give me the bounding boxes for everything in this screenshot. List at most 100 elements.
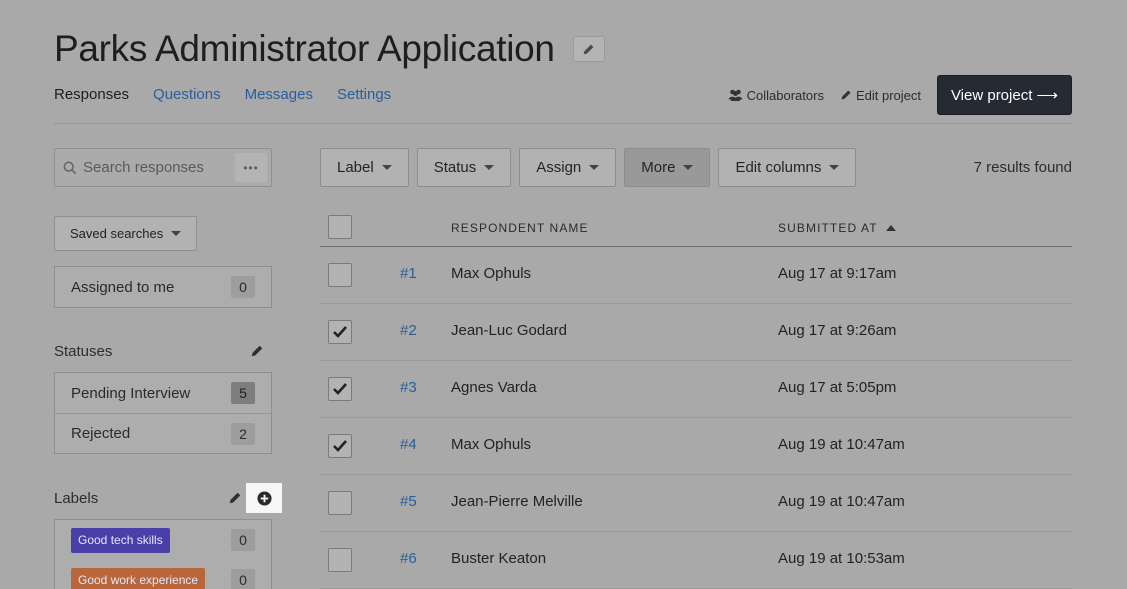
response-id-link[interactable]: #6 bbox=[400, 550, 417, 567]
respondent-name: Agnes Varda bbox=[451, 379, 537, 396]
saved-searches-label: Saved searches bbox=[70, 226, 164, 241]
response-id-link[interactable]: #4 bbox=[400, 436, 417, 453]
status-label: Rejected bbox=[71, 425, 131, 442]
row-checkbox[interactable] bbox=[328, 434, 352, 458]
respondent-name: Max Ophuls bbox=[451, 436, 532, 453]
caret-down-icon bbox=[829, 165, 840, 170]
submitted-at: Aug 17 at 5:05pm bbox=[778, 379, 897, 396]
project-tabs: Responses Questions Messages Settings bbox=[54, 86, 415, 103]
submitted-at: Aug 17 at 9:17am bbox=[778, 265, 897, 282]
label-item-good-work-experience[interactable]: Good work experience 0 bbox=[55, 560, 271, 589]
label-count: 0 bbox=[231, 569, 255, 589]
status-label: Pending Interview bbox=[71, 384, 191, 402]
responses-table: RESPONDENT NAME SUBMITTED AT #1 Max Ophul… bbox=[320, 205, 1072, 589]
label-chip: Good tech skills bbox=[71, 527, 170, 553]
search-icon bbox=[63, 161, 77, 174]
caret-down-icon bbox=[171, 231, 182, 236]
labels-heading: Labels bbox=[54, 490, 99, 507]
tab-questions[interactable]: Questions bbox=[153, 86, 221, 103]
submitted-at: Aug 19 at 10:47am bbox=[778, 436, 905, 453]
page-title: Parks Administrator Application bbox=[54, 28, 555, 69]
respondent-name: Buster Keaton bbox=[451, 550, 547, 567]
edit-project-link[interactable]: Edit project bbox=[840, 88, 921, 103]
results-count: 7 results found bbox=[973, 159, 1072, 176]
search-input[interactable] bbox=[83, 159, 233, 176]
edit-project-label: Edit project bbox=[855, 87, 921, 103]
assign-button-text: Assign bbox=[536, 159, 582, 176]
response-id-link[interactable]: #5 bbox=[400, 493, 417, 510]
header-divider bbox=[54, 123, 1072, 124]
add-label-button[interactable] bbox=[246, 483, 282, 513]
checkmark-icon bbox=[333, 440, 347, 452]
caret-down-icon bbox=[589, 165, 600, 170]
response-id-link[interactable]: #1 bbox=[400, 265, 417, 282]
sort-ascending-icon bbox=[885, 225, 896, 231]
row-checkbox[interactable] bbox=[328, 377, 352, 401]
view-project-button[interactable]: View project ⟶ bbox=[937, 75, 1072, 115]
title-row: Parks Administrator Application bbox=[54, 26, 605, 72]
label-dropdown-button[interactable]: Label bbox=[320, 148, 409, 187]
label-button-text: Label bbox=[337, 159, 374, 176]
labels-list: Good tech skills 0 Good work experience … bbox=[54, 519, 272, 589]
tab-messages[interactable]: Messages bbox=[245, 86, 313, 103]
assigned-filter-box: Assigned to me 0 bbox=[54, 266, 272, 308]
status-count: 5 bbox=[231, 382, 255, 404]
statuses-actions bbox=[250, 344, 264, 358]
search-options-button[interactable]: ••• bbox=[235, 153, 267, 182]
table-row[interactable]: #2 Jean-Luc Godard Aug 17 at 9:26am bbox=[320, 304, 1072, 361]
response-id-link[interactable]: #2 bbox=[400, 322, 417, 339]
column-header-submitted-at[interactable]: SUBMITTED AT bbox=[778, 221, 896, 235]
bulk-actions-toolbar: Label Status Assign More Edit columns bbox=[320, 148, 864, 187]
saved-searches-button[interactable]: Saved searches bbox=[54, 216, 197, 251]
row-checkbox[interactable] bbox=[328, 548, 352, 572]
table-row[interactable]: #4 Max Ophuls Aug 19 at 10:47am bbox=[320, 418, 1072, 475]
assigned-to-me-label: Assigned to me bbox=[71, 278, 175, 296]
table-row[interactable]: #5 Jean-Pierre Melville Aug 19 at 10:47am bbox=[320, 475, 1072, 532]
statuses-list: Pending Interview 5 Rejected 2 bbox=[54, 372, 272, 454]
header-actions: Collaborators Edit project View project … bbox=[728, 75, 1072, 115]
edit-columns-button[interactable]: Edit columns bbox=[718, 148, 857, 187]
users-icon bbox=[728, 89, 742, 101]
column-header-respondent-name[interactable]: RESPONDENT NAME bbox=[451, 221, 589, 235]
table-body: #1 Max Ophuls Aug 17 at 9:17am #2 Jean-Luc G… bbox=[320, 247, 1072, 589]
row-checkbox[interactable] bbox=[328, 320, 352, 344]
submitted-at-label: SUBMITTED AT bbox=[778, 221, 878, 235]
response-id-link[interactable]: #3 bbox=[400, 379, 417, 396]
plus-circle-icon bbox=[256, 490, 272, 506]
collaborators-label: Collaborators bbox=[746, 87, 824, 103]
edit-labels-icon[interactable] bbox=[228, 491, 242, 505]
statuses-heading: Statuses bbox=[54, 343, 113, 360]
row-checkbox[interactable] bbox=[328, 491, 352, 515]
status-dropdown-button[interactable]: Status bbox=[416, 148, 512, 187]
more-button-text: More bbox=[641, 159, 676, 176]
submitted-at: Aug 19 at 10:53am bbox=[778, 550, 905, 567]
assigned-to-me-filter[interactable]: Assigned to me 0 bbox=[55, 267, 271, 307]
more-dropdown-button[interactable]: More bbox=[624, 148, 711, 187]
select-all-checkbox[interactable] bbox=[328, 215, 352, 239]
collaborators-link[interactable]: Collaborators bbox=[728, 88, 824, 103]
submitted-at: Aug 19 at 10:47am bbox=[778, 493, 905, 510]
labels-actions bbox=[228, 483, 282, 513]
table-row[interactable]: #1 Max Ophuls Aug 17 at 9:17am bbox=[320, 247, 1072, 304]
table-row[interactable]: #6 Buster Keaton Aug 19 at 10:53am bbox=[320, 532, 1072, 589]
edit-statuses-icon[interactable] bbox=[250, 344, 264, 358]
submitted-at: Aug 17 at 9:26am bbox=[778, 322, 897, 339]
caret-down-icon bbox=[381, 165, 392, 170]
edit-columns-text: Edit columns bbox=[735, 159, 822, 176]
respondent-name: Max Ophuls bbox=[451, 265, 532, 282]
checkmark-icon bbox=[333, 326, 347, 338]
status-item-rejected[interactable]: Rejected 2 bbox=[55, 413, 271, 453]
row-checkbox[interactable] bbox=[328, 263, 352, 287]
edit-title-button[interactable] bbox=[572, 36, 605, 62]
assign-dropdown-button[interactable]: Assign bbox=[519, 148, 617, 187]
caret-down-icon bbox=[484, 165, 495, 170]
status-count: 2 bbox=[231, 422, 255, 445]
tab-settings[interactable]: Settings bbox=[337, 86, 391, 103]
table-row[interactable]: #3 Agnes Varda Aug 17 at 5:05pm bbox=[320, 361, 1072, 418]
pencil-icon bbox=[583, 44, 594, 54]
tab-responses[interactable]: Responses bbox=[54, 86, 129, 103]
search-box: ••• bbox=[54, 148, 272, 187]
label-count: 0 bbox=[231, 529, 255, 551]
status-item-pending-interview[interactable]: Pending Interview 5 bbox=[55, 373, 271, 413]
label-item-good-tech-skills[interactable]: Good tech skills 0 bbox=[55, 520, 271, 560]
